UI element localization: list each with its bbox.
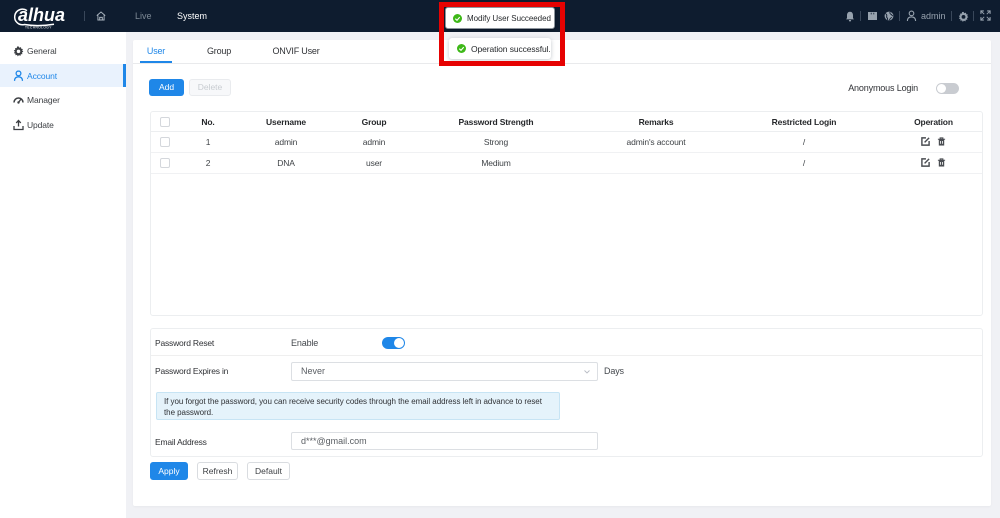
svg-text:alhua: alhua <box>18 5 65 25</box>
svg-text:TECHNOLOGY: TECHNOLOGY <box>25 26 52 30</box>
